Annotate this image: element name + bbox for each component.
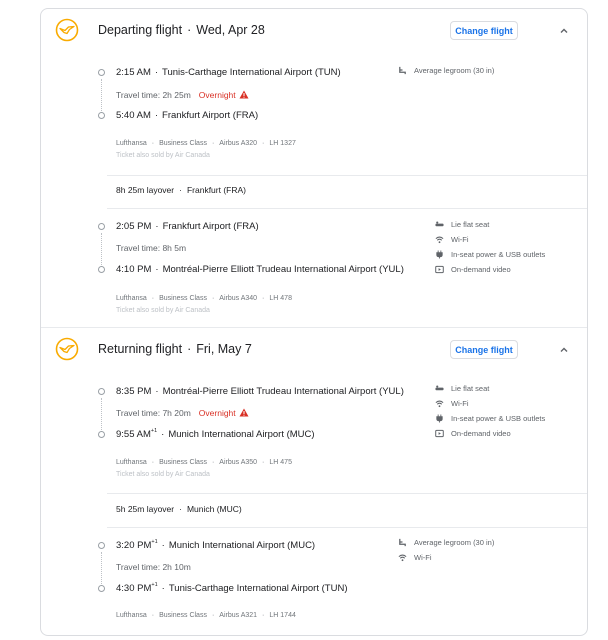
wifi-icon	[435, 400, 444, 408]
lufthansa-logo-icon	[55, 337, 79, 361]
layover-info: 5h 25m layover · Munich (MUC)	[116, 504, 242, 514]
arrival-marker	[98, 266, 105, 273]
chevron-up-icon[interactable]	[558, 25, 570, 37]
departing-date: Wed, Apr 28	[196, 23, 265, 37]
amenity-lie-flat: Lie flat seat	[435, 220, 489, 229]
returning-header: Returning flight · Fri, May 7	[98, 342, 252, 356]
segment-departure: 3:20 PM+1 · Munich International Airport (…	[116, 539, 316, 551]
next-day-indicator: +1	[151, 582, 158, 588]
layover-info: 8h 25m layover · Frankfurt (FRA)	[116, 185, 246, 195]
overnight-badge: Overnight	[198, 408, 236, 418]
arrival-marker	[98, 112, 105, 119]
warning-icon	[239, 90, 249, 99]
amenity-video: On-demand video	[435, 265, 511, 274]
amenity-lie-flat: Lie flat seat	[435, 384, 489, 393]
segment-departure: 2:15 AM · Tunis-Carthage International Air…	[116, 67, 341, 78]
ticket-sold-by: Ticket also sold by Air Canada	[116, 152, 210, 159]
arrival-marker	[98, 585, 105, 592]
segment-departure: 8:35 PM · Montréal-Pierre Elliott Trudeau …	[116, 386, 404, 397]
ticket-sold-by: Ticket also sold by Air Canada	[116, 471, 210, 478]
segment-departure: 2:05 PM · Frankfurt Airport (FRA)	[116, 221, 259, 232]
departure-marker	[98, 69, 105, 76]
flight-details: Lufthansa · Business Class · Airbus A350 · LH …	[116, 459, 292, 466]
amenity-power: In-seat power & USB outlets	[435, 250, 545, 259]
change-departing-flight-button[interactable]: Change flight	[450, 21, 518, 40]
wifi-icon	[398, 554, 407, 562]
amenity-legroom: Average legroom (30 in)	[398, 66, 494, 75]
flight-details: Lufthansa · Business Class · Airbus A320 · LH …	[116, 140, 296, 147]
segment-arrival: 9:55 AM+1 · Munich International Airport (…	[116, 428, 315, 440]
wifi-icon	[435, 236, 444, 244]
lie-flat-seat-icon	[435, 385, 444, 391]
ticket-sold-by: Ticket also sold by Air Canada	[116, 307, 210, 314]
legroom-seat-icon	[399, 538, 406, 547]
video-icon	[435, 265, 444, 274]
returning-title: Returning flight	[98, 342, 183, 356]
amenity-power: In-seat power & USB outlets	[435, 414, 545, 423]
overnight-badge: Overnight	[198, 90, 236, 100]
route-line	[101, 79, 102, 113]
segment-arrival: 4:30 PM+1 · Tunis-Carthage International A…	[116, 582, 348, 594]
departure-marker	[98, 223, 105, 230]
warning-icon	[239, 408, 249, 417]
route-line	[101, 552, 102, 586]
flight-details: Lufthansa · Business Class · Airbus A321 · LH …	[116, 612, 296, 619]
amenity-wifi: Wi-Fi	[435, 399, 469, 408]
change-returning-flight-button[interactable]: Change flight	[450, 340, 518, 359]
travel-time: Travel time: 7h 20m Overnight	[116, 408, 249, 418]
lufthansa-logo-icon	[55, 18, 79, 42]
route-line	[101, 233, 102, 267]
next-day-indicator: +1	[151, 539, 158, 545]
chevron-up-icon[interactable]	[558, 344, 570, 356]
power-plug-icon	[436, 250, 443, 259]
departing-title: Departing flight	[98, 23, 183, 37]
travel-time: Travel time: 2h 10m	[116, 562, 191, 572]
returning-date: Fri, May 7	[196, 342, 252, 356]
legroom-seat-icon	[399, 66, 406, 75]
travel-time: Travel time: 2h 25m Overnight	[116, 90, 249, 100]
amenity-wifi: Wi-Fi	[435, 235, 469, 244]
segment-arrival: 4:10 PM · Montréal-Pierre Elliott Trudeau …	[116, 264, 404, 275]
arrival-marker	[98, 431, 105, 438]
segment-arrival: 5:40 AM · Frankfurt Airport (FRA)	[116, 110, 259, 121]
lie-flat-seat-icon	[435, 221, 444, 227]
departing-header: Departing flight · Wed, Apr 28	[98, 23, 265, 37]
travel-time: Travel time: 8h 5m	[116, 243, 187, 253]
next-day-indicator: +1	[150, 428, 158, 434]
amenity-video: On-demand video	[435, 429, 511, 438]
amenity-wifi: Wi-Fi	[398, 553, 432, 562]
video-icon	[435, 429, 444, 438]
amenity-legroom: Average legroom (30 in)	[398, 538, 494, 547]
departure-marker	[98, 542, 105, 549]
itinerary-card: Departing flight · Wed, Apr 28 Change flig…	[40, 8, 588, 636]
power-plug-icon	[436, 414, 443, 423]
route-line	[101, 398, 102, 432]
departure-marker	[98, 388, 105, 395]
flight-details: Lufthansa · Business Class · Airbus A340 · LH …	[116, 295, 292, 302]
